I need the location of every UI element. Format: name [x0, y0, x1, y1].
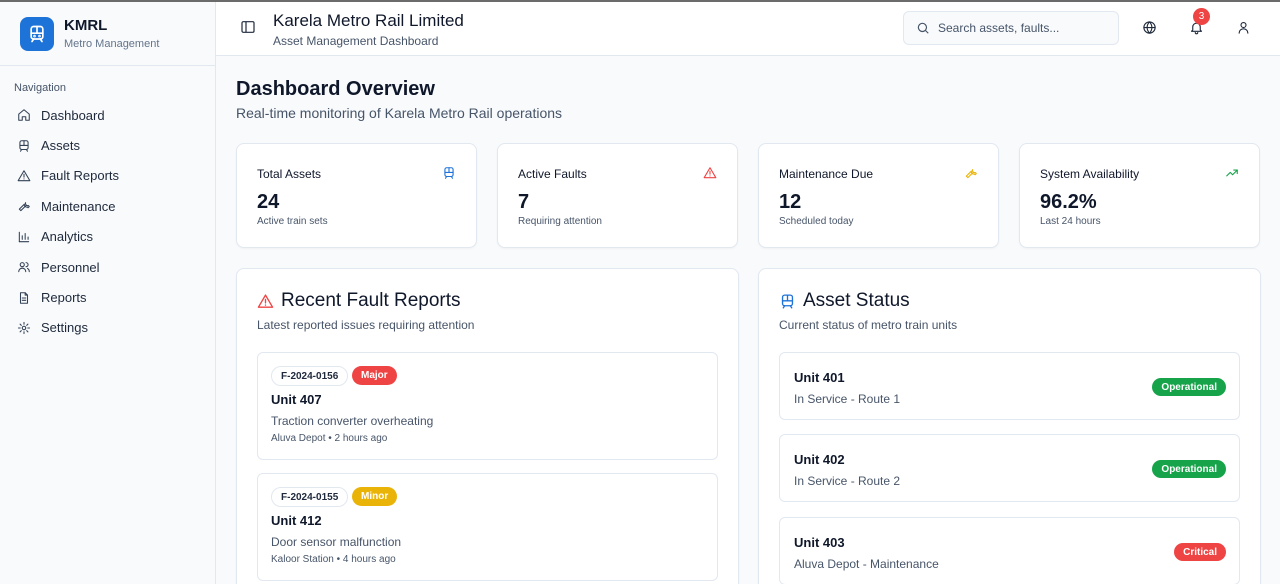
asset-status-row[interactable]: Unit 401 In Service - Route 1 Operationa… — [779, 352, 1240, 420]
sidebar-item-label: Assets — [41, 138, 81, 154]
top-header: Karela Metro Rail Limited Asset Manageme… — [216, 2, 1280, 56]
unit-name: Unit 403 — [794, 535, 845, 550]
stat-value: 24 — [257, 191, 280, 213]
fault-meta: Kaloor Station • 4 hours ago — [271, 554, 396, 565]
sidebar-item-maintenance[interactable]: Maintenance — [0, 191, 215, 221]
sidebar-item-label: Settings — [41, 320, 88, 336]
panel-subtitle: Current status of metro train units — [779, 318, 958, 332]
sidebar-item-label: Dashboard — [41, 107, 105, 123]
unit-location: In Service - Route 1 — [794, 392, 901, 406]
stat-label: System Availability — [1040, 167, 1140, 181]
stat-label: Total Assets — [257, 167, 322, 181]
globe-icon — [1143, 21, 1156, 34]
severity-badge: Major — [352, 366, 397, 385]
stat-card-system-availability[interactable]: System Availability 96.2% Last 24 hours — [1019, 143, 1260, 248]
users-icon — [18, 262, 30, 273]
fault-report-card[interactable]: F-2024-0156 Major Unit 407 Traction conv… — [257, 352, 718, 460]
panel-subtitle: Latest reported issues requiring attenti… — [257, 318, 475, 332]
sidebar-item-settings[interactable]: Settings — [0, 313, 215, 343]
stat-note: Requiring attention — [518, 216, 602, 227]
sidebar: KMRL Metro Management Navigation Dashboa… — [0, 2, 216, 584]
asset-status-row[interactable]: Unit 402 In Service - Route 2 Operationa… — [779, 434, 1240, 502]
fault-description: Traction converter overheating — [271, 414, 434, 428]
bar-chart-icon — [18, 231, 30, 242]
status-badge: Operational — [1152, 460, 1226, 478]
sidebar-item-fault-reports[interactable]: Fault Reports — [0, 161, 215, 191]
unit-name: Unit 402 — [794, 452, 845, 467]
search-box[interactable] — [903, 11, 1119, 45]
alert-triangle-icon — [257, 293, 274, 308]
train-logo-icon — [20, 16, 54, 51]
status-badge: Operational — [1152, 378, 1226, 396]
fault-meta: Aluva Depot • 2 hours ago — [271, 433, 388, 444]
home-icon — [18, 109, 30, 121]
sidebar-item-assets[interactable]: Assets — [0, 130, 215, 160]
page-title: Dashboard Overview — [236, 78, 435, 100]
brand[interactable]: KMRL Metro Management — [0, 2, 215, 66]
sidebar-item-label: Analytics — [41, 229, 94, 245]
fault-id-badge: F-2024-0156 — [271, 366, 349, 386]
sidebar-item-label: Reports — [41, 290, 87, 306]
train-icon — [19, 139, 29, 152]
unit-location: In Service - Route 2 — [794, 474, 901, 488]
unit-location: Aluva Depot - Maintenance — [794, 557, 939, 571]
language-button[interactable] — [1142, 20, 1158, 36]
wrench-icon — [18, 202, 30, 212]
unit-name: Unit 401 — [794, 370, 845, 385]
header-title: Karela Metro Rail Limited — [273, 11, 464, 30]
app-subtitle: Metro Management — [64, 38, 160, 50]
sidebar-item-label: Fault Reports — [41, 168, 120, 184]
fault-unit: Unit 407 — [271, 392, 322, 407]
user-icon — [1238, 21, 1249, 34]
app-name: KMRL — [64, 17, 108, 34]
train-icon — [442, 166, 456, 180]
stat-note: Last 24 hours — [1040, 216, 1101, 227]
trending-up-icon — [1225, 166, 1239, 180]
stat-value: 7 — [518, 191, 530, 213]
train-icon — [781, 293, 794, 309]
stat-card-total-assets[interactable]: Total Assets 24 Active train sets — [236, 143, 477, 248]
stat-card-maintenance-due[interactable]: Maintenance Due 12 Scheduled today — [758, 143, 999, 248]
sidebar-item-label: Personnel — [41, 259, 100, 275]
nav-section-title: Navigation — [14, 82, 66, 94]
user-menu-button[interactable] — [1236, 20, 1252, 36]
sidebar-toggle-button[interactable] — [240, 19, 258, 37]
sidebar-item-analytics[interactable]: Analytics — [0, 222, 215, 252]
recent-fault-reports-panel: Recent Fault Reports Latest reported iss… — [236, 268, 739, 584]
stat-card-active-faults[interactable]: Active Faults 7 Requiring attention — [497, 143, 738, 248]
sidebar-item-reports[interactable]: Reports — [0, 282, 215, 312]
status-badge: Critical — [1174, 543, 1226, 561]
fault-unit: Unit 412 — [271, 513, 322, 528]
panel-title: Asset Status — [803, 290, 910, 311]
asset-status-row[interactable]: Unit 403 Aluva Depot - Maintenance Criti… — [779, 517, 1240, 584]
stat-label: Maintenance Due — [779, 167, 874, 181]
fault-description: Door sensor malfunction — [271, 535, 402, 549]
notification-count-badge: 3 — [1193, 8, 1210, 25]
stat-value: 96.2% — [1040, 191, 1097, 213]
alert-triangle-icon — [703, 166, 717, 180]
settings-icon — [17, 321, 31, 334]
file-text-icon — [19, 291, 29, 304]
stat-label: Active Faults — [518, 167, 587, 181]
fault-id-badge: F-2024-0155 — [271, 487, 349, 507]
alert-triangle-icon — [17, 170, 31, 182]
panel-title: Recent Fault Reports — [281, 290, 461, 311]
stat-note: Active train sets — [257, 216, 328, 227]
wrench-icon — [964, 166, 978, 180]
stat-note: Scheduled today — [779, 216, 854, 227]
page-subtitle: Real-time monitoring of Karela Metro Rai… — [236, 105, 563, 121]
panel-left-icon — [241, 21, 255, 33]
severity-badge: Minor — [352, 487, 398, 506]
fault-report-card[interactable]: F-2024-0155 Minor Unit 412 Door sensor m… — [257, 473, 718, 581]
search-input[interactable] — [938, 21, 1108, 35]
stat-value: 12 — [779, 191, 802, 213]
sidebar-item-dashboard[interactable]: Dashboard — [0, 100, 215, 130]
header-subtitle: Asset Management Dashboard — [273, 34, 439, 48]
asset-status-panel: Asset Status Current status of metro tra… — [758, 268, 1261, 584]
search-icon — [917, 22, 929, 34]
sidebar-item-label: Maintenance — [41, 198, 116, 214]
sidebar-item-personnel[interactable]: Personnel — [0, 252, 215, 282]
